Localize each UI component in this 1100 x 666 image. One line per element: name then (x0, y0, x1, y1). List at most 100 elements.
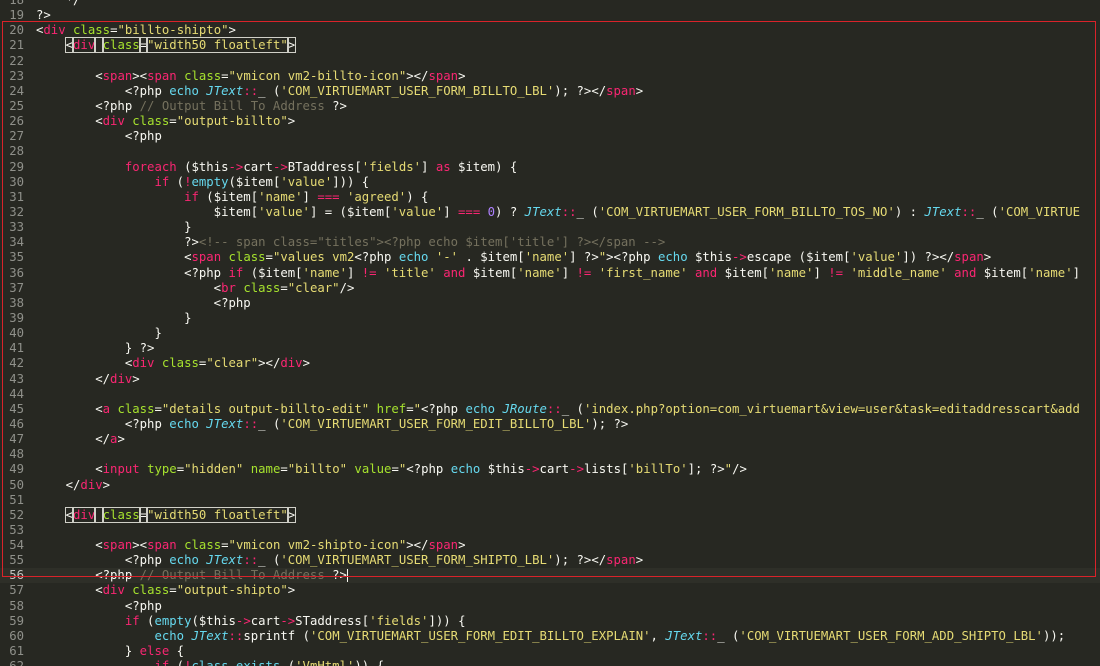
code-line[interactable]: 54 <span><span class="vmicon vm2-shipto-… (0, 538, 1100, 553)
code-token: 'billTo' (628, 462, 688, 477)
line-number: 42 (9, 356, 24, 371)
line-number: 26 (9, 114, 24, 129)
code-line[interactable]: 46 <?php echo JText::_ ('COM_VIRTUEMART_… (0, 417, 1100, 432)
code-token: -> (228, 159, 244, 174)
code-token: ($this (191, 613, 236, 628)
code-token: <?php (36, 568, 140, 583)
code-token: "clear" (287, 280, 340, 295)
code-token: span (606, 83, 636, 98)
code-text: <div class="billto-shipto"> (36, 23, 236, 38)
code-line[interactable]: 49 <input type="hidden" name="billto" va… (0, 462, 1100, 477)
line-number: 21 (9, 38, 24, 53)
code-line[interactable]: 34 ?><!-- span class="titles"><?php echo… (0, 235, 1100, 250)
code-token: _ ( (561, 401, 584, 416)
code-line[interactable]: 55 <?php echo JText::_ ('COM_VIRTUEMART_… (0, 553, 1100, 568)
code-token: div (72, 37, 97, 54)
code-line[interactable]: 41 } ?> (0, 341, 1100, 356)
code-token: "clear" (206, 356, 259, 371)
code-token: = (391, 462, 399, 477)
code-line[interactable]: 58 <?php (0, 599, 1100, 614)
code-line[interactable]: 27 <?php (0, 129, 1100, 144)
code-token: ] = ($item[ (309, 204, 392, 219)
code-line[interactable]: 32 $item['value'] = ($item['value'] === … (0, 205, 1100, 220)
code-line[interactable]: 43 </div> (0, 372, 1100, 387)
code-line[interactable]: 21 <div class="width50 floatleft"> (0, 37, 1100, 54)
code-token: != (361, 265, 377, 280)
code-token: echo (465, 401, 496, 416)
code-text: ?><!-- span class="titles"><?php echo $i… (36, 235, 665, 250)
code-token: class (184, 68, 222, 83)
code-token: BTaddress[ (287, 159, 362, 174)
code-line[interactable]: 22 (0, 54, 1100, 69)
code-line[interactable]: 35 <span class="values vm2<?php echo '-'… (0, 250, 1100, 265)
line-number: 47 (9, 432, 24, 447)
code-line[interactable]: 37 <br class="clear"/> (0, 281, 1100, 296)
code-line[interactable]: 19 ?> (0, 8, 1100, 23)
code-token: 'COM_VIRTUEMART_USER_FORM_BILLTO_TOS_NO' (598, 204, 895, 219)
code-line[interactable]: 44 (0, 387, 1100, 402)
code-line[interactable]: 52 <div class="width50 floatleft"> (0, 506, 1100, 523)
code-token: > (458, 68, 466, 83)
code-token: as (435, 159, 451, 174)
code-line[interactable]: 59 if (empty($this->cart->STaddress['fie… (0, 614, 1100, 629)
code-line[interactable]: 51 (0, 493, 1100, 508)
code-line[interactable]: 40 } (0, 326, 1100, 341)
code-token: ($item[ (198, 189, 259, 204)
code-token: > (132, 371, 140, 386)
code-token: <!-- span class="titles"><?php echo $ite… (198, 235, 666, 250)
code-line[interactable]: 26 <div class="output-billto"> (0, 114, 1100, 129)
code-line[interactable]: 28 (0, 144, 1100, 159)
code-line[interactable]: 25 <?php // Output Bill To Address ?> (0, 99, 1100, 114)
code-line[interactable]: 29 foreach ($this->cart->BTaddress['fiel… (0, 160, 1100, 175)
code-editor[interactable]: 18 */19 ?> 20 <div class="billto-shipto"> 21… (0, 0, 1100, 666)
code-line[interactable]: 39 } (0, 311, 1100, 326)
code-text: <?php // Output Bill To Address ?> (36, 568, 348, 583)
code-token: class_exists (192, 659, 281, 666)
code-token: _ ( (717, 628, 740, 643)
code-line[interactable]: 57 <div class="output-shipto"> (0, 583, 1100, 598)
code-token: } (36, 644, 140, 659)
code-token: div (110, 371, 133, 386)
line-number: 35 (9, 250, 24, 265)
code-token: class (117, 401, 155, 416)
code-token: } (36, 310, 192, 325)
code-line[interactable]: 42 <div class="clear"></div> (0, 356, 1100, 371)
code-line[interactable]: 23 <span><span class="vmicon vm2-billto-… (0, 69, 1100, 84)
code-line[interactable]: 30 if (!empty($item['value'])) { (0, 175, 1100, 190)
code-line[interactable]: 60 echo JText::sprintf ('COM_VIRTUEMART_… (0, 629, 1100, 644)
code-token: href (376, 401, 407, 416)
code-line[interactable]: 61 } else { (0, 644, 1100, 659)
code-line[interactable]: 62 if (!class_exists ('VmHtml')) { (0, 659, 1100, 666)
code-line[interactable]: 18 */ (0, 0, 1100, 8)
code-token: ($item[ (243, 265, 303, 280)
code-line[interactable]: 38 <?php (0, 296, 1100, 311)
code-token: and (694, 265, 718, 280)
code-token: ]; ?> (687, 462, 725, 477)
code-line[interactable]: 53 (0, 523, 1100, 538)
code-token: 'COM_VIRTUEMART_USER_FORM_SHIPTO_LBL' (280, 553, 555, 568)
code-line[interactable]: 36 <?php if ($item['name'] != 'title' an… (0, 266, 1100, 281)
code-text: */ (36, 0, 81, 8)
code-line[interactable]: 33 } (0, 220, 1100, 235)
code-token: <?php (354, 250, 399, 265)
code-line[interactable]: 50 </div> (0, 478, 1100, 493)
code-token: echo (169, 553, 199, 568)
code-token: ?> (332, 98, 347, 113)
code-token: 'COM_VIRTUEMART_USER_FORM_EDIT_BILLTO_LB… (280, 416, 592, 431)
code-line[interactable]: 20 <div class="billto-shipto"> (0, 23, 1100, 38)
code-token: 'middle_name' (850, 265, 947, 280)
code-line[interactable]: 48 (0, 447, 1100, 462)
code-line[interactable]: 47 </a> (0, 432, 1100, 447)
code-token: <?php (36, 129, 162, 144)
code-token: > (635, 83, 644, 98)
code-token: type (147, 462, 177, 477)
code-line[interactable]: 45 <a class="details output-billto-edit"… (0, 402, 1100, 417)
code-line[interactable]: 24 <?php echo JText::_ ('COM_VIRTUEMART_… (0, 84, 1100, 99)
code-line[interactable]: 31 if ($item['name'] === 'agreed') { (0, 190, 1100, 205)
code-token: JText (206, 553, 244, 568)
code-token: > (286, 37, 297, 54)
code-line[interactable]: 56 <?php // Output Bill To Address ?> (0, 568, 1100, 584)
